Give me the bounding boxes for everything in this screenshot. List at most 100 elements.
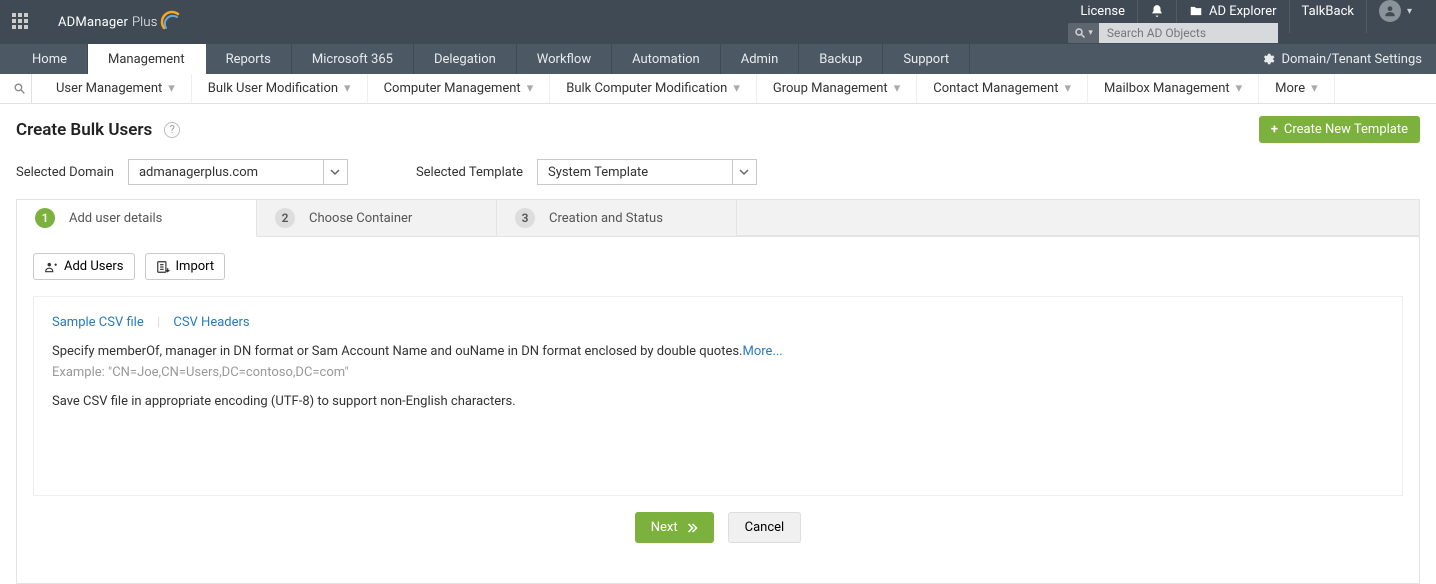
domain-tenant-settings[interactable]: Domain/Tenant Settings bbox=[1247, 44, 1436, 74]
subnav-contact-management[interactable]: Contact Management ▾ bbox=[917, 74, 1088, 103]
search-ad-objects[interactable]: ▾ bbox=[1068, 23, 1278, 43]
domain-select[interactable]: admanagerplus.com bbox=[128, 159, 348, 185]
sample-csv-link[interactable]: Sample CSV file bbox=[52, 315, 144, 330]
plus-icon: + bbox=[1271, 122, 1278, 137]
domain-value: admanagerplus.com bbox=[129, 160, 323, 184]
chevron-down-icon: ▾ bbox=[733, 81, 740, 96]
wizard-step-2[interactable]: 2 Choose Container bbox=[257, 200, 497, 236]
csv-headers-link[interactable]: CSV Headers bbox=[173, 315, 249, 330]
step-number: 1 bbox=[35, 208, 55, 228]
create-new-template-button[interactable]: + Create New Template bbox=[1259, 116, 1420, 143]
subnav-search-button[interactable] bbox=[8, 74, 32, 103]
tab-home-label: Home bbox=[32, 52, 67, 67]
separator: | bbox=[157, 315, 160, 330]
talkback-link[interactable]: TalkBack bbox=[1289, 0, 1366, 33]
chevron-down-icon: ▾ bbox=[344, 81, 351, 96]
help-icon[interactable]: ? bbox=[164, 122, 180, 138]
brand-text-b: Plus bbox=[132, 15, 157, 30]
tab-support-label: Support bbox=[903, 52, 949, 67]
add-users-button[interactable]: Add Users bbox=[33, 253, 135, 280]
wizard: 1 Add user details 2 Choose Container 3 … bbox=[16, 199, 1420, 584]
tab-home[interactable]: Home bbox=[12, 44, 88, 74]
bell-icon bbox=[1150, 4, 1164, 18]
subnav-mailbox-management[interactable]: Mailbox Management ▾ bbox=[1088, 74, 1259, 103]
tab-admin[interactable]: Admin bbox=[721, 44, 800, 74]
subnav-label: Group Management bbox=[773, 81, 888, 96]
chevron-down-icon[interactable] bbox=[323, 160, 347, 184]
template-select[interactable]: System Template bbox=[537, 159, 757, 185]
user-menu[interactable]: ▾ bbox=[1366, 0, 1424, 33]
tab-management[interactable]: Management bbox=[88, 44, 206, 74]
create-btn-label: Create New Template bbox=[1284, 122, 1408, 137]
apps-grid-icon[interactable] bbox=[12, 13, 30, 31]
more-link[interactable]: More... bbox=[743, 344, 783, 359]
info-panel: Sample CSV file | CSV Headers Specify me… bbox=[33, 296, 1403, 496]
tab-management-label: Management bbox=[108, 52, 185, 67]
chevron-down-icon: ▾ bbox=[1311, 81, 1318, 96]
action-buttons: Add Users Import bbox=[33, 253, 1403, 280]
topbar: ADManager Plus License AD Explo bbox=[0, 0, 1436, 44]
subnav-group-management[interactable]: Group Management ▾ bbox=[757, 74, 917, 103]
brand-arc-icon bbox=[160, 12, 180, 32]
import-button[interactable]: Import bbox=[145, 253, 226, 280]
chevron-down-icon: ▾ bbox=[1065, 81, 1072, 96]
main-nav: Home Management Reports Microsoft 365 De… bbox=[0, 44, 1436, 74]
tab-backup-label: Backup bbox=[819, 52, 862, 67]
ad-explorer-label: AD Explorer bbox=[1209, 4, 1277, 19]
wizard-step-3[interactable]: 3 Creation and Status bbox=[497, 200, 737, 236]
brand-text-a: ADManager bbox=[58, 15, 128, 30]
tab-backup[interactable]: Backup bbox=[799, 44, 883, 74]
domain-label: Selected Domain bbox=[16, 165, 114, 180]
domain-settings-label: Domain/Tenant Settings bbox=[1281, 52, 1422, 67]
template-label: Selected Template bbox=[416, 165, 523, 180]
tab-workflow[interactable]: Workflow bbox=[517, 44, 612, 74]
add-users-label: Add Users bbox=[64, 259, 124, 274]
sub-nav: User Management▾ Bulk User Modification▾… bbox=[0, 74, 1436, 104]
subnav-bulk-user-modification[interactable]: Bulk User Modification▾ bbox=[192, 74, 368, 103]
chevron-down-icon: ▾ bbox=[1236, 81, 1243, 96]
tab-automation-label: Automation bbox=[632, 52, 700, 67]
subnav-computer-management[interactable]: Computer Management▾ bbox=[368, 74, 551, 103]
tab-reports[interactable]: Reports bbox=[206, 44, 292, 74]
subnav-label: Contact Management bbox=[933, 81, 1058, 96]
subnav-label: Computer Management bbox=[384, 81, 521, 96]
tab-admin-label: Admin bbox=[741, 52, 779, 67]
subnav-bulk-computer-modification[interactable]: Bulk Computer Modification▾ bbox=[550, 74, 757, 103]
cancel-label: Cancel bbox=[745, 520, 785, 535]
subnav-more[interactable]: More▾ bbox=[1259, 74, 1334, 103]
folder-icon bbox=[1189, 4, 1203, 18]
step-number: 3 bbox=[515, 208, 535, 228]
step-label: Creation and Status bbox=[549, 211, 663, 226]
subnav-label: Mailbox Management bbox=[1104, 81, 1230, 96]
wizard-tabs: 1 Add user details 2 Choose Container 3 … bbox=[16, 199, 1420, 237]
selection-row: Selected Domain admanagerplus.com Select… bbox=[0, 155, 1436, 199]
next-button[interactable]: Next bbox=[635, 512, 714, 543]
chevron-down-icon: ▾ bbox=[894, 81, 901, 96]
import-icon bbox=[156, 260, 170, 274]
tab-m365-label: Microsoft 365 bbox=[312, 52, 393, 67]
wizard-step-1[interactable]: 1 Add user details bbox=[17, 200, 257, 237]
step-label: Add user details bbox=[69, 211, 162, 226]
cancel-button[interactable]: Cancel bbox=[728, 512, 802, 543]
search-icon: ▾ bbox=[1068, 23, 1099, 43]
import-label: Import bbox=[176, 259, 215, 274]
search-input[interactable] bbox=[1099, 23, 1278, 43]
tab-delegation[interactable]: Delegation bbox=[414, 44, 517, 74]
subnav-user-management[interactable]: User Management▾ bbox=[40, 74, 192, 103]
info-line-1: Specify memberOf, manager in DN format o… bbox=[52, 344, 1384, 359]
tab-workflow-label: Workflow bbox=[537, 52, 591, 67]
brand-logo: ADManager Plus bbox=[58, 12, 180, 32]
chevron-down-icon: ▾ bbox=[1407, 6, 1412, 17]
info-links: Sample CSV file | CSV Headers bbox=[52, 315, 1384, 330]
page-title: Create Bulk Users bbox=[16, 120, 152, 140]
chevron-down-icon: ▾ bbox=[168, 81, 175, 96]
tab-automation[interactable]: Automation bbox=[612, 44, 721, 74]
page-header: Create Bulk Users ? + Create New Templat… bbox=[0, 104, 1436, 155]
example-text: Example: "CN=Joe,CN=Users,DC=contoso,DC=… bbox=[52, 365, 1384, 380]
tab-support[interactable]: Support bbox=[883, 44, 970, 74]
chevron-down-icon[interactable] bbox=[732, 160, 756, 184]
step-label: Choose Container bbox=[309, 211, 412, 226]
footer-buttons: Next Cancel bbox=[33, 496, 1403, 567]
tab-m365[interactable]: Microsoft 365 bbox=[292, 44, 414, 74]
template-value: System Template bbox=[538, 160, 732, 184]
